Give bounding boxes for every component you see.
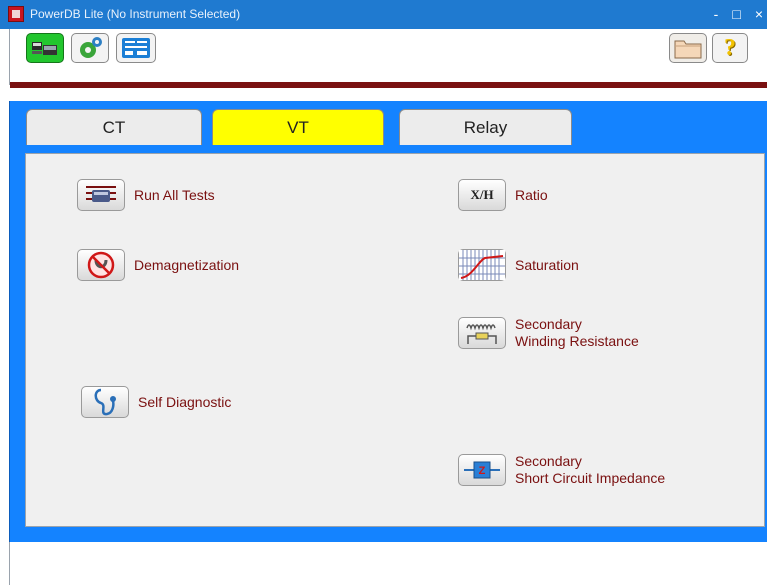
- settings-button[interactable]: [71, 33, 109, 63]
- secondary-winding-resistance-line1: Secondary: [515, 316, 582, 332]
- saturation-label: Saturation: [515, 256, 579, 273]
- status-area: [9, 542, 767, 585]
- secondary-winding-resistance-line2: Winding Resistance: [515, 333, 639, 349]
- run-all-icon: [86, 186, 116, 202]
- toolbar: ?: [9, 29, 767, 85]
- secondary-short-circuit-impedance-line1: Secondary: [515, 453, 582, 469]
- toolbar-accent-bar: [10, 82, 767, 88]
- ratio-item[interactable]: X/H Ratio: [458, 179, 548, 211]
- secondary-short-circuit-impedance-item[interactable]: Z Secondary Short Circuit Impedance: [458, 453, 665, 487]
- forms-button[interactable]: [116, 33, 156, 63]
- self-diagnostic-item[interactable]: Self Diagnostic: [81, 386, 231, 418]
- ratio-button[interactable]: X/H: [458, 179, 506, 211]
- folder-icon: [674, 40, 702, 59]
- help-button[interactable]: ?: [712, 33, 748, 63]
- title-bar: PowerDB Lite (No Instrument Selected) - …: [0, 0, 767, 29]
- demagnetization-item[interactable]: Demagnetization: [77, 249, 239, 281]
- tab-ct[interactable]: CT: [26, 109, 202, 145]
- self-diagnostic-label: Self Diagnostic: [138, 393, 232, 410]
- run-all-tests-button[interactable]: [77, 179, 125, 211]
- gear-icon: [80, 37, 102, 58]
- maximize-button[interactable]: □: [732, 6, 740, 22]
- main-panel: CT VT Relay Run All Tests X/H Ratio Dema…: [9, 101, 767, 542]
- impedance-icon: Z: [464, 461, 500, 479]
- window-title: PowerDB Lite (No Instrument Selected): [30, 7, 241, 21]
- secondary-short-circuit-impedance-label: Secondary Short Circuit Impedance: [515, 453, 665, 487]
- form-icon: [122, 38, 150, 58]
- run-all-tests-item[interactable]: Run All Tests: [77, 179, 215, 211]
- window-controls: - □ ×: [714, 2, 763, 26]
- impedance-icon-text: Z: [479, 465, 486, 477]
- tests-panel: Run All Tests X/H Ratio Demagnetization: [25, 153, 765, 527]
- question-icon: ?: [724, 34, 736, 61]
- saturation-curve-icon: [459, 250, 505, 280]
- instruments-button[interactable]: [26, 33, 64, 63]
- ratio-icon: X/H: [470, 187, 494, 202]
- demagnetization-icon: [87, 251, 115, 279]
- run-all-tests-label: Run All Tests: [134, 186, 215, 203]
- tab-relay[interactable]: Relay: [399, 109, 572, 145]
- instrument-icon: [32, 42, 57, 55]
- close-button[interactable]: ×: [755, 6, 763, 22]
- demagnetization-label: Demagnetization: [134, 256, 240, 273]
- secondary-winding-resistance-button[interactable]: [458, 317, 506, 349]
- saturation-item[interactable]: Saturation: [458, 249, 579, 281]
- secondary-short-circuit-impedance-button[interactable]: Z: [458, 454, 506, 486]
- winding-resistance-icon: [466, 324, 497, 344]
- demagnetization-button[interactable]: [77, 249, 125, 281]
- ratio-label: Ratio: [515, 186, 548, 203]
- secondary-winding-resistance-label: Secondary Winding Resistance: [515, 316, 639, 350]
- open-folder-button[interactable]: [669, 33, 707, 63]
- tab-vt[interactable]: VT: [212, 109, 384, 145]
- secondary-winding-resistance-item[interactable]: Secondary Winding Resistance: [458, 316, 639, 350]
- stethoscope-icon: [94, 388, 116, 416]
- saturation-button[interactable]: [458, 249, 506, 281]
- minimize-button[interactable]: -: [714, 6, 719, 22]
- secondary-short-circuit-impedance-line2: Short Circuit Impedance: [515, 470, 666, 486]
- self-diagnostic-button[interactable]: [81, 386, 129, 418]
- app-icon: [8, 6, 24, 22]
